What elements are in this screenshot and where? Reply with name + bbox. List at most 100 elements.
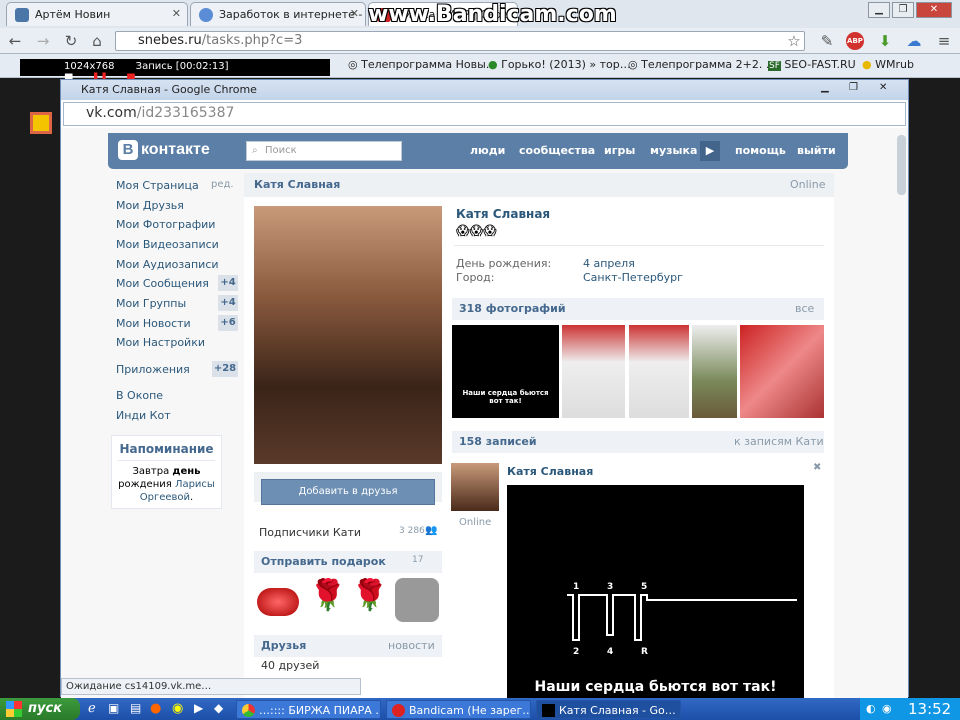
posts-section-header[interactable]: 158 записей к записям Кати (452, 431, 824, 453)
post-author-avatar[interactable] (451, 463, 499, 511)
menu-messages[interactable]: Мои Сообщения (116, 277, 209, 290)
photos-all-link[interactable]: все (795, 302, 814, 315)
edit-link[interactable]: ред. (211, 179, 234, 190)
ecg-line (567, 594, 797, 641)
minimize-button[interactable]: ▁ (821, 82, 829, 93)
cat-gift-icon[interactable] (395, 578, 439, 622)
subscribers-label[interactable]: Подписчики Кати (259, 526, 361, 539)
menu-videos[interactable]: Мои Видеозаписи (116, 238, 219, 251)
posts-link[interactable]: к записям Кати (734, 435, 824, 448)
maximize-button[interactable]: ❐ (849, 82, 858, 93)
menu-audios[interactable]: Мои Аудиозаписи (116, 258, 219, 271)
ie-icon[interactable]: ℯ (88, 701, 96, 716)
bookmark-item[interactable]: ◎ Телепрограмма Новы… (348, 58, 497, 71)
inner-address-bar[interactable]: vk.com/id233165387 (63, 102, 906, 126)
reload-icon[interactable]: ↻ (62, 32, 80, 50)
menu-my-page[interactable]: Моя Страница (116, 179, 199, 192)
rose-gift-icon[interactable]: 🌹 (351, 578, 388, 613)
folder-icon[interactable]: ▤ (130, 701, 141, 715)
post-image[interactable]: 1 3 5 2 4 R Наши сердца бьются вот так! (507, 485, 804, 698)
birthday-value[interactable]: 4 апреля (583, 257, 635, 270)
adblock-icon[interactable]: ABP (846, 32, 864, 50)
photo-thumb-2[interactable] (562, 325, 625, 418)
menu-friends[interactable]: Мои Друзья (116, 199, 184, 212)
divider (454, 245, 824, 246)
bookmark-item[interactable]: ● WMrub (862, 58, 914, 71)
photo-thumb-1[interactable]: Наши сердца бьются вот так! (452, 325, 559, 418)
close-window-button[interactable]: ✕ (879, 82, 887, 93)
messages-badge: +4 (218, 275, 238, 291)
photo-thumb-5[interactable] (740, 325, 824, 418)
clock[interactable]: 13:52 (908, 700, 951, 718)
nav-help[interactable]: помощь (735, 144, 786, 157)
start-button[interactable]: пуск (0, 698, 80, 720)
pen-icon[interactable]: ✎ (818, 32, 836, 50)
gift-section-header[interactable]: Отправить подарок 17 (254, 551, 442, 573)
post-author-name[interactable]: Катя Славная (507, 465, 593, 478)
firefox-icon[interactable]: ● (150, 701, 161, 716)
volume-icon[interactable]: ◉ (882, 702, 892, 715)
search-icon: ⌕ (252, 145, 258, 156)
scrollbar-thumb[interactable] (897, 135, 906, 195)
menu-app-indi-kot[interactable]: Инди Кот (116, 409, 171, 422)
address-bar[interactable]: snebes.ru/tasks.php?c=3 (115, 31, 805, 51)
desktop-icon[interactable]: ▣ (108, 701, 119, 715)
omnibar: ← → ↻ ⌂ snebes.ru/tasks.php?c=3 ☆ ✎ ABP … (0, 28, 960, 54)
bookmark-item[interactable]: ● Горько! (2013) » тор… (488, 58, 631, 71)
nav-logout[interactable]: выйти (797, 144, 836, 157)
close-icon[interactable]: ✕ (350, 7, 359, 20)
close-icon[interactable]: ✖ (813, 462, 821, 473)
rose-gift-icon[interactable]: 🌹 (309, 578, 346, 613)
taskbar-item-2[interactable]: Bandicam (Не зарег… (386, 700, 531, 719)
add-friend-button[interactable]: Добавить в друзья (261, 479, 435, 505)
browser-tab-1[interactable]: Артём Новин ✕ (6, 2, 188, 26)
close-window-button[interactable]: ✕ (916, 2, 952, 18)
nav-music[interactable]: музыка (650, 144, 697, 157)
taskbar-item-1[interactable]: …:::: БИРЖА ПИАРА … (236, 700, 381, 719)
inner-window-title: Катя Славная - Google Chrome ▁ ❐ ✕ (61, 80, 908, 100)
bookmark-item[interactable]: ◎ Телепрограмма 2+2. … (628, 58, 777, 71)
play-icon[interactable]: ▶ (700, 141, 720, 161)
ecg-label: R (641, 647, 648, 657)
nav-communities[interactable]: сообщества (519, 144, 595, 157)
taskbar: пуск ℯ ▣ ▤ ● ◉ ▶ ◆ …:::: БИРЖА ПИАРА … B… (0, 698, 960, 720)
vk-search-input[interactable]: Поиск (246, 141, 402, 161)
menu-icon[interactable]: ≡ (935, 32, 953, 50)
bookmark-item[interactable]: SF SEO-FAST.RU (768, 58, 856, 71)
vk-logo[interactable]: Вконтакте (118, 140, 210, 160)
forward-arrow-icon[interactable]: → (34, 32, 52, 50)
home-icon[interactable]: ⌂ (88, 32, 106, 50)
photo-thumb-3[interactable] (629, 325, 689, 418)
taskbar-item-3[interactable]: Катя Славная - Go… (536, 700, 681, 719)
app-logo-icon (30, 112, 52, 134)
friends-section-header[interactable]: Друзья новости (254, 635, 442, 657)
browser-tab-2[interactable]: Заработок в интернете - Р ✕ (190, 2, 366, 26)
photo-thumb-4[interactable] (692, 325, 737, 418)
city-value[interactable]: Санкт-Петербург (583, 271, 683, 284)
ruby-gift-icon[interactable] (257, 588, 299, 616)
menu-apps[interactable]: Приложения (116, 363, 190, 376)
menu-app-v-okope[interactable]: В Окопе (116, 389, 163, 402)
friends-news-link[interactable]: новости (388, 639, 435, 652)
menu-settings[interactable]: Мои Настройки (116, 336, 205, 349)
nav-people[interactable]: люди (470, 144, 505, 157)
photos-section-header[interactable]: 318 фотографий все (452, 298, 824, 320)
menu-photos[interactable]: Мои Фотографии (116, 218, 215, 231)
nav-games[interactable]: игры (604, 144, 635, 157)
weather-icon[interactable]: ☁ (905, 32, 923, 50)
media-icon[interactable]: ▶ (194, 701, 203, 715)
minimize-button[interactable]: ▁ (868, 2, 890, 18)
app-icon[interactable]: ◆ (214, 701, 223, 715)
menu-news[interactable]: Мои Новости (116, 317, 191, 330)
profile-avatar[interactable] (254, 206, 442, 464)
reminder-bold: день (172, 466, 201, 477)
maximize-button[interactable]: ❐ (892, 2, 914, 18)
tray-icon[interactable]: ◐ (866, 702, 876, 715)
download-arrow-icon[interactable]: ⬇ (876, 32, 894, 50)
tab-title: Заработок в интернете - Р (219, 8, 366, 21)
close-icon[interactable]: ✕ (172, 7, 181, 20)
back-arrow-icon[interactable]: ← (6, 32, 24, 50)
star-icon[interactable]: ☆ (785, 32, 803, 50)
chrome-icon[interactable]: ◉ (172, 701, 183, 716)
menu-groups[interactable]: Мои Группы (116, 297, 186, 310)
